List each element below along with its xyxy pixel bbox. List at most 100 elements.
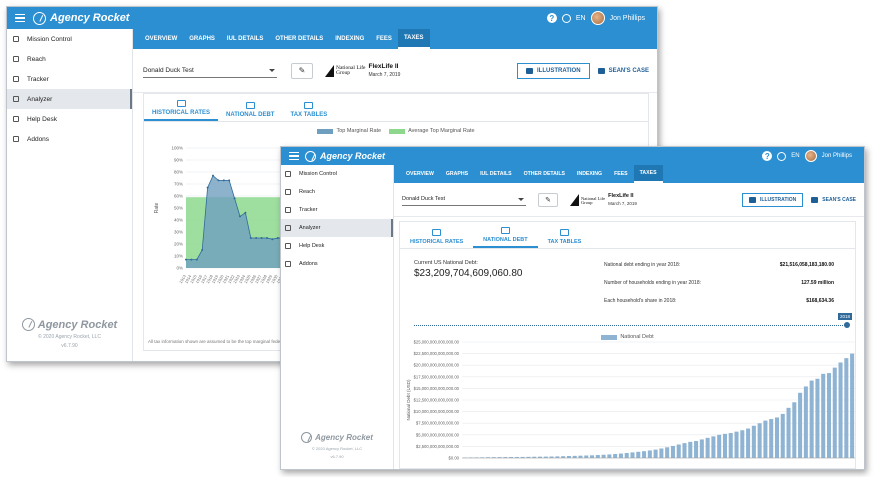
sidebar-item-analyzer[interactable]: Analyzer bbox=[281, 219, 393, 237]
data-point bbox=[222, 179, 225, 182]
chevron-down-icon bbox=[269, 68, 275, 72]
subtab-national-debt[interactable]: NATIONAL DEBT bbox=[218, 94, 282, 121]
y-tick-label: 60% bbox=[174, 194, 183, 199]
globe-icon[interactable] bbox=[777, 151, 787, 161]
app-bar: Agency Rocket ? EN Jon Phillips bbox=[7, 7, 657, 29]
tab-taxes[interactable]: TAXES bbox=[397, 29, 430, 49]
bank-icon bbox=[304, 102, 314, 109]
mission-control-icon bbox=[13, 36, 19, 42]
tab-fees[interactable]: FEES bbox=[370, 29, 398, 49]
user-name[interactable]: Jon Phillips bbox=[610, 15, 645, 22]
sidebar-item-help-desk[interactable]: Help Desk bbox=[7, 109, 132, 129]
tab-graphs[interactable]: GRAPHS bbox=[183, 29, 221, 49]
app-bar: Agency Rocket ? EN Jon Phillips bbox=[281, 147, 864, 165]
product-name: FlexLife II bbox=[608, 193, 634, 199]
bank-icon bbox=[559, 229, 569, 236]
help-icon[interactable]: ? bbox=[762, 151, 773, 161]
y-tick-label: $12,500,000,000,000.00 bbox=[414, 398, 460, 403]
data-point bbox=[239, 215, 241, 218]
tab-indexing[interactable]: INDEXING bbox=[571, 165, 608, 183]
y-tick-label: $22,500,000,000,000.00 bbox=[414, 351, 460, 356]
tab-other-details[interactable]: OTHER DETAILS bbox=[269, 29, 329, 49]
debt-bar bbox=[647, 450, 652, 458]
help-icon[interactable]: ? bbox=[546, 13, 557, 23]
y-tick-label: $7,500,000,000,000.00 bbox=[416, 421, 460, 426]
year-slider[interactable]: 2018 bbox=[414, 313, 852, 328]
y-tick-label: 0% bbox=[176, 266, 183, 271]
reach-icon bbox=[285, 189, 291, 195]
tab-iul-details[interactable]: IUL DETAILS bbox=[474, 165, 518, 183]
subtab-historical-rates[interactable]: HISTORICAL RATES bbox=[144, 94, 219, 121]
sidebar-item-tracker[interactable]: Tracker bbox=[7, 69, 132, 89]
y-tick-label: $25,000,000,000,000.00 bbox=[414, 340, 460, 345]
case-button[interactable]: SEAN'S CASE bbox=[597, 67, 649, 74]
illustration-button[interactable]: ILLUSTRATION bbox=[742, 192, 804, 207]
menu-icon[interactable] bbox=[15, 13, 25, 23]
sidebar-item-mission-control[interactable]: Mission Control bbox=[7, 29, 132, 49]
product-date: March 7, 2019 bbox=[608, 201, 637, 206]
illustration-icon bbox=[749, 196, 756, 203]
case-button[interactable]: SEAN'S CASE bbox=[811, 196, 856, 203]
language-label[interactable]: EN bbox=[576, 15, 586, 22]
debt-bar bbox=[601, 454, 606, 458]
y-tick-label: $10,000,000,000,000.00 bbox=[414, 409, 460, 414]
tab-other-details[interactable]: OTHER DETAILS bbox=[518, 165, 571, 183]
sidebar: Mission Control Reach Tracker Analyzer H… bbox=[7, 29, 133, 361]
data-point bbox=[217, 179, 220, 182]
app-logo[interactable]: Agency Rocket bbox=[305, 150, 385, 162]
edit-button[interactable]: ✎ bbox=[538, 192, 558, 207]
tab-graphs[interactable]: GRAPHS bbox=[440, 165, 474, 183]
sidebar-footer: Agency Rocket © 2020 Agency Rocket, LLC … bbox=[7, 318, 132, 349]
client-select[interactable]: Donald Duck Test bbox=[143, 64, 277, 78]
data-point bbox=[249, 237, 252, 239]
debt-bar bbox=[746, 428, 751, 458]
tab-indexing[interactable]: INDEXING bbox=[329, 29, 370, 49]
globe-icon[interactable] bbox=[561, 13, 571, 23]
data-point bbox=[190, 258, 193, 261]
debt-bar bbox=[844, 358, 849, 458]
tab-iul-details[interactable]: IUL DETAILS bbox=[221, 29, 269, 49]
subtab-historical-rates[interactable]: HISTORICAL RATES bbox=[400, 222, 473, 248]
debt-bar bbox=[769, 419, 774, 458]
debt-bar bbox=[751, 425, 756, 458]
y-tick-label: 100% bbox=[171, 146, 183, 151]
tab-overview[interactable]: OVERVIEW bbox=[139, 29, 183, 49]
menu-icon[interactable] bbox=[289, 151, 299, 161]
slider-year-label: 2018 bbox=[837, 313, 852, 320]
money-icon bbox=[500, 227, 510, 234]
sidebar-item-addons[interactable]: Addons bbox=[281, 255, 393, 273]
subtab-tax-tables[interactable]: TAX TABLES bbox=[538, 222, 592, 248]
help-desk-icon bbox=[13, 116, 19, 122]
subtab-tax-tables[interactable]: TAX TABLES bbox=[282, 94, 335, 121]
debt-bar bbox=[832, 367, 837, 458]
avatar[interactable] bbox=[590, 11, 605, 25]
sidebar-item-tracker[interactable]: Tracker bbox=[281, 201, 393, 219]
tab-taxes[interactable]: TAXES bbox=[633, 165, 663, 183]
debt-bar bbox=[815, 378, 820, 458]
sidebar-item-mission-control[interactable]: Mission Control bbox=[281, 165, 393, 183]
debt-bar bbox=[682, 443, 687, 458]
illustration-button[interactable]: ILLUSTRATION bbox=[517, 62, 590, 79]
debt-bar bbox=[838, 362, 843, 458]
top-tabs: OVERVIEW GRAPHS IUL DETAILS OTHER DETAIL… bbox=[394, 165, 864, 183]
app-logo[interactable]: Agency Rocket bbox=[33, 11, 129, 25]
client-select[interactable]: Donald Duck Test bbox=[402, 194, 526, 206]
debt-bar bbox=[630, 452, 635, 458]
avatar[interactable] bbox=[804, 150, 817, 162]
sidebar-item-reach[interactable]: Reach bbox=[281, 183, 393, 201]
pencil-icon: ✎ bbox=[545, 196, 551, 204]
product-name: FlexLife II bbox=[368, 63, 399, 70]
user-name[interactable]: Jon Phillips bbox=[822, 153, 852, 159]
edit-button[interactable]: ✎ bbox=[291, 62, 313, 79]
tab-overview[interactable]: OVERVIEW bbox=[400, 165, 440, 183]
national-life-logo: National Life Group bbox=[570, 193, 605, 206]
sidebar-item-addons[interactable]: Addons bbox=[7, 129, 132, 149]
tab-fees[interactable]: FEES bbox=[608, 165, 634, 183]
slider-handle[interactable] bbox=[844, 322, 850, 328]
sidebar-item-reach[interactable]: Reach bbox=[7, 49, 132, 69]
language-label[interactable]: EN bbox=[791, 153, 799, 159]
sidebar-item-help-desk[interactable]: Help Desk bbox=[281, 237, 393, 255]
subtab-national-debt[interactable]: NATIONAL DEBT bbox=[473, 222, 538, 248]
sidebar-item-analyzer[interactable]: Analyzer bbox=[7, 89, 132, 109]
debt-bar bbox=[653, 449, 658, 458]
